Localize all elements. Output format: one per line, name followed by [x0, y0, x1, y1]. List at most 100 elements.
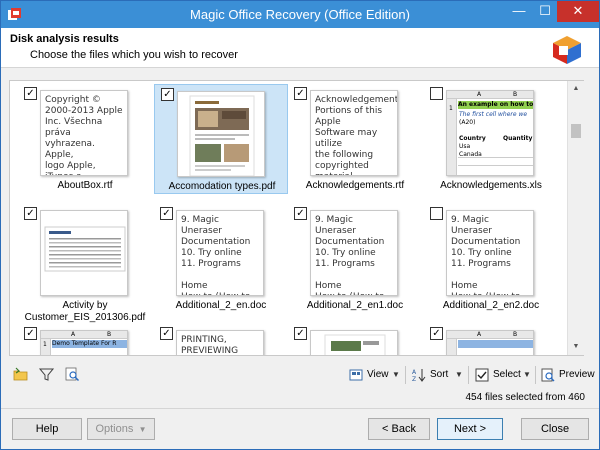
back-button[interactable]: < Back [368, 418, 430, 440]
select-dropdown-icon[interactable]: ▼ [523, 365, 531, 385]
app-window: Magic Office Recovery (Office Edition) —… [0, 0, 600, 450]
column-header: A [477, 91, 482, 98]
file-thumbnail[interactable]: Acknowledgements Portions of this Apple … [310, 90, 398, 176]
spreadsheet-preview: A B 1 An example on how to The first cell wh… [447, 91, 533, 175]
scroll-thumb[interactable] [571, 124, 581, 138]
toolbar-divider [468, 366, 469, 384]
select-label: Select [493, 369, 521, 380]
minimize-button[interactable]: — [506, 1, 532, 22]
column-header: B [513, 91, 518, 98]
file-tile[interactable]: ✓ Accomodation types.pdf [154, 84, 288, 194]
toolbar-divider [535, 366, 536, 384]
file-thumbnail[interactable]: A B 1 Demo Template For R [40, 330, 128, 355]
column-header: A [71, 331, 76, 338]
view-icon [349, 369, 363, 381]
spreadsheet-preview: AB [447, 331, 533, 355]
file-checkbox[interactable]: ✓ [160, 207, 173, 220]
vertical-scrollbar[interactable]: ▲ ▼ [567, 81, 584, 355]
toolbar-divider [405, 366, 406, 384]
file-tile[interactable]: A B 1 An example on how to The first cell wh… [424, 84, 558, 194]
file-checkbox[interactable]: ✓ [430, 327, 443, 340]
file-tile[interactable]: ✓ Activity by Customer_EIS_201306.pdf [18, 204, 152, 323]
scroll-down-icon[interactable]: ▼ [568, 339, 584, 355]
file-checkbox[interactable]: ✓ [294, 207, 307, 220]
file-tile[interactable]: ✓ PRINTING, PREVIEWING AND [154, 324, 288, 356]
file-preview-text: Copyright © 2000-2013 Apple Inc. Všechna… [45, 95, 123, 175]
page-subtitle: Choose the files which you wish to recov… [30, 49, 238, 61]
wizard-header: Disk analysis results Choose the files w… [1, 28, 599, 68]
file-tile[interactable]: ✓ Copyright © 2000-2013 Apple Inc. Všechn… [18, 84, 152, 194]
report-preview [44, 226, 126, 272]
file-checkbox[interactable]: ✓ [24, 87, 37, 100]
file-preview-text: 9. Magic Uneraser Documentation 10. Try … [181, 215, 251, 295]
file-thumbnail[interactable]: 9. Magic Uneraser Documentation 10. Try … [176, 210, 264, 296]
preview-label: Preview [559, 369, 595, 380]
file-thumbnail[interactable]: PRINTING, PREVIEWING AND [176, 330, 264, 356]
file-tile[interactable]: ✓ A B [424, 324, 558, 355]
search-icon[interactable] [65, 367, 80, 382]
options-button[interactable]: Options ▼ [87, 418, 155, 440]
file-checkbox[interactable]: ✓ [160, 327, 173, 340]
selection-status: 454 files selected from 460 [465, 392, 585, 403]
close-window-button[interactable]: ✕ [557, 1, 599, 22]
file-checkbox[interactable]: ✓ [294, 87, 307, 100]
view-dropdown-icon[interactable]: ▼ [392, 365, 400, 385]
file-thumbnail[interactable]: Copyright © 2000-2013 Apple Inc. Všechna… [40, 90, 128, 176]
file-thumbnail[interactable]: 9. Magic Uneraser Documentation 10. Try … [446, 210, 534, 296]
file-thumbnail[interactable]: AB [446, 330, 534, 355]
file-name: Activity by Customer_EIS_201306.pdf [24, 300, 146, 323]
column-header: A [477, 331, 482, 338]
cell: The first cell where we [459, 111, 528, 118]
pdf-preview [189, 95, 255, 176]
view-label: View [367, 369, 389, 380]
file-name: Acknowledgements.rtf [305, 180, 405, 191]
file-grid[interactable]: ✓ Copyright © 2000-2013 Apple Inc. Všechn… [9, 80, 584, 356]
file-name: Acknowledgements.xls [440, 180, 542, 191]
sort-dropdown-icon[interactable]: ▼ [455, 365, 463, 385]
sort-label: Sort [430, 369, 449, 380]
cell: Country [459, 135, 486, 142]
row-header: 1 [43, 341, 47, 348]
checkbox-icon [475, 368, 489, 382]
file-preview-text: 9. Magic Uneraser Documentation 10. Try … [315, 215, 385, 295]
svg-text:A: A [412, 369, 417, 376]
folder-icon[interactable] [13, 367, 28, 382]
column-header: B [513, 331, 518, 338]
file-checkbox[interactable] [430, 87, 443, 100]
file-checkbox[interactable] [430, 207, 443, 220]
filter-icon[interactable] [39, 367, 54, 382]
page-title: Disk analysis results [10, 33, 119, 45]
app-logo [553, 36, 581, 64]
next-button[interactable]: Next > [437, 418, 503, 440]
file-preview-text: PRINTING, PREVIEWING AND [181, 335, 239, 356]
options-label: Options [95, 423, 134, 435]
file-thumbnail[interactable] [310, 330, 398, 355]
file-tile[interactable]: 9. Magic Uneraser Documentation 10. Try … [424, 204, 558, 314]
file-checkbox[interactable]: ✓ [161, 88, 174, 101]
scroll-up-icon[interactable]: ▲ [568, 81, 584, 97]
file-checkbox[interactable]: ✓ [294, 327, 307, 340]
column-header: B [107, 331, 112, 338]
file-name: Additional_2_en.doc [175, 300, 267, 311]
maximize-button[interactable]: ☐ [532, 1, 558, 22]
title-bar[interactable]: Magic Office Recovery (Office Edition) —… [1, 1, 599, 28]
close-button[interactable]: Close [521, 418, 589, 440]
cell: (A20) [459, 119, 476, 126]
file-tile[interactable]: ✓ Acknowledgements Portions of this Apple… [288, 84, 422, 194]
cell: Demo Template For R [52, 340, 127, 348]
file-tile[interactable]: ✓ [288, 324, 422, 355]
file-name: Additional_2_en1.doc [306, 300, 404, 311]
file-tile[interactable]: ✓ 9. Magic Uneraser Documentation 10. Try… [288, 204, 422, 314]
file-checkbox[interactable]: ✓ [24, 207, 37, 220]
preview-icon [541, 368, 555, 382]
file-thumbnail[interactable]: 9. Magic Uneraser Documentation 10. Try … [310, 210, 398, 296]
file-tile[interactable]: ✓ 9. Magic Uneraser Documentation 10. Try… [154, 204, 288, 314]
file-thumbnail[interactable] [177, 91, 265, 177]
pdf-preview [324, 334, 386, 355]
file-tile[interactable]: ✓ A B 1 Demo Template For R [18, 324, 152, 355]
file-thumbnail[interactable]: A B 1 An example on how to The first cell wh… [446, 90, 534, 176]
help-button[interactable]: Help [12, 418, 82, 440]
file-thumbnail[interactable] [40, 210, 128, 296]
cell: Usa [459, 143, 471, 150]
file-checkbox[interactable]: ✓ [24, 327, 37, 340]
